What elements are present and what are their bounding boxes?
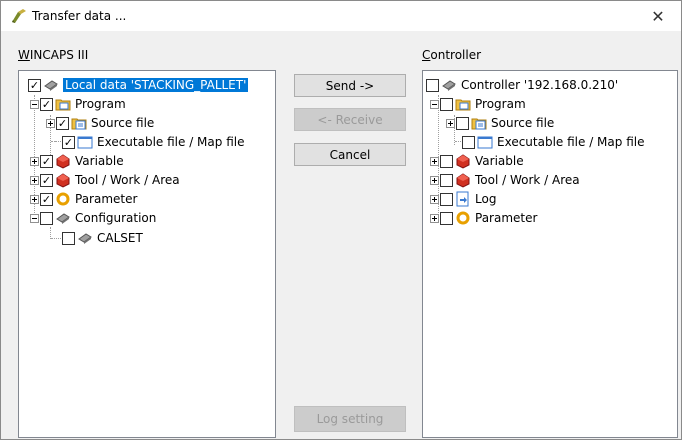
tree-item-parameter[interactable]: Parameter [430, 209, 537, 227]
controller-tree[interactable]: Controller '192.168.0.210' Program Sourc… [422, 70, 678, 438]
tree-item-label: Source file [91, 116, 155, 130]
tree-item-source-file[interactable]: Source file [446, 114, 554, 132]
tree-item-program[interactable]: Program [430, 95, 526, 113]
send-button[interactable]: Send -> [294, 74, 406, 97]
close-icon: ✕ [651, 6, 665, 26]
tree-item-label: Source file [491, 116, 555, 130]
tree-item-label: Configuration [75, 211, 157, 225]
tree-item-label: Executable file / Map file [497, 135, 645, 149]
tree-item-tool-work-area[interactable]: Tool / Work / Area [430, 171, 580, 189]
window-file-icon [477, 136, 493, 149]
window-file-icon [77, 136, 93, 149]
title-bar: Transfer data ... ✕ [1, 1, 681, 31]
collapse-icon[interactable] [430, 99, 439, 109]
tree-item-executable-file[interactable]: ✓ Executable file / Map file [62, 133, 244, 151]
expand-icon[interactable] [30, 156, 39, 166]
configuration-checkbox[interactable] [40, 211, 53, 225]
calset-checkbox[interactable] [62, 231, 75, 245]
program-checkbox[interactable]: ✓ [40, 97, 53, 111]
tree-item-local-data[interactable]: ✓ Local data 'STACKING_PALLET' [28, 76, 249, 94]
tree-item-tool-work-area[interactable]: ✓ Tool / Work / Area [30, 171, 180, 189]
tree-item-program[interactable]: ✓ Program [30, 95, 126, 113]
controller-checkbox[interactable] [426, 78, 439, 92]
parameter-icon [56, 192, 70, 206]
executable-file-checkbox[interactable]: ✓ [62, 135, 75, 149]
wincaps-label: WINCAPS III [18, 48, 89, 62]
expand-icon[interactable] [430, 156, 439, 166]
calset-icon [78, 233, 92, 244]
expand-icon[interactable] [446, 118, 455, 128]
collapse-icon[interactable] [30, 213, 39, 223]
tree-item-label: Log [475, 192, 497, 206]
expand-icon[interactable] [430, 213, 439, 223]
program-checkbox[interactable] [440, 97, 453, 111]
tree-item-log[interactable]: Log [430, 190, 496, 208]
tree-item-parameter[interactable]: ✓ Parameter [30, 190, 137, 208]
close-button[interactable]: ✕ [635, 1, 681, 31]
folder-doc-icon [471, 118, 487, 130]
tree-item-calset[interactable]: CALSET [62, 229, 143, 247]
tree-item-label: Local data 'STACKING_PALLET' [63, 78, 249, 92]
source-file-checkbox[interactable]: ✓ [56, 116, 69, 130]
collapse-icon[interactable] [30, 99, 39, 109]
tree-item-label: Variable [475, 154, 524, 168]
expand-icon[interactable] [30, 175, 39, 185]
transfer-data-dialog: Transfer data ... ✕ WINCAPS III ✓ Local … [0, 0, 682, 440]
tree-item-label: Variable [75, 154, 124, 168]
parameter-icon [456, 211, 470, 225]
folder-doc-icon [71, 118, 87, 130]
variable-checkbox[interactable] [440, 154, 453, 168]
receive-button[interactable]: <- Receive [294, 108, 406, 131]
expand-icon[interactable] [30, 194, 39, 204]
tree-item-label: Program [475, 97, 526, 111]
tree-item-label: Executable file / Map file [97, 135, 245, 149]
expand-icon[interactable] [46, 118, 55, 128]
variable-icon [456, 154, 470, 169]
tree-item-executable-file[interactable]: Executable file / Map file [462, 133, 644, 151]
controller-label: Controller [422, 48, 482, 62]
tool-icon [56, 173, 70, 188]
tree-item-label: Parameter [475, 211, 538, 225]
parameter-checkbox[interactable] [440, 211, 453, 225]
transfer-app-icon [12, 9, 26, 23]
robot-icon [44, 80, 58, 91]
tool-work-area-checkbox[interactable] [440, 173, 453, 187]
tree-item-configuration[interactable]: Configuration [30, 209, 156, 227]
log-icon [456, 191, 469, 207]
tree-item-controller[interactable]: Controller '192.168.0.210' [426, 76, 618, 94]
log-setting-button[interactable]: Log setting [294, 406, 406, 432]
tree-item-label: Controller '192.168.0.210' [461, 78, 619, 92]
window-title: Transfer data ... [32, 9, 127, 23]
folder-program-icon [55, 99, 71, 111]
tree-item-label: CALSET [97, 231, 143, 245]
source-file-checkbox[interactable] [456, 116, 469, 130]
expand-icon[interactable] [430, 194, 439, 204]
tree-item-source-file[interactable]: ✓ Source file [46, 114, 154, 132]
executable-file-checkbox[interactable] [462, 135, 475, 149]
tree-item-label: Tool / Work / Area [75, 173, 180, 187]
variable-icon [56, 154, 70, 169]
parameter-checkbox[interactable]: ✓ [40, 192, 53, 206]
robot-icon [442, 80, 456, 91]
wincaps-label-rest: INCAPS III [29, 48, 89, 62]
cancel-button[interactable]: Cancel [294, 143, 406, 166]
configuration-icon [56, 213, 70, 224]
expand-icon[interactable] [430, 175, 439, 185]
tree-item-variable[interactable]: Variable [430, 152, 524, 170]
tree-item-variable[interactable]: ✓ Variable [30, 152, 124, 170]
tool-icon [456, 173, 470, 188]
tree-item-label: Parameter [75, 192, 138, 206]
local-data-tree[interactable]: ✓ Local data 'STACKING_PALLET' ✓ Program… [18, 70, 276, 438]
variable-checkbox[interactable]: ✓ [40, 154, 53, 168]
tool-work-area-checkbox[interactable]: ✓ [40, 173, 53, 187]
log-checkbox[interactable] [440, 192, 453, 206]
folder-program-icon [455, 99, 471, 111]
tree-item-label: Program [75, 97, 126, 111]
local-data-checkbox[interactable]: ✓ [28, 78, 41, 92]
controller-label-rest: ontroller [430, 48, 482, 62]
tree-item-label: Tool / Work / Area [475, 173, 580, 187]
